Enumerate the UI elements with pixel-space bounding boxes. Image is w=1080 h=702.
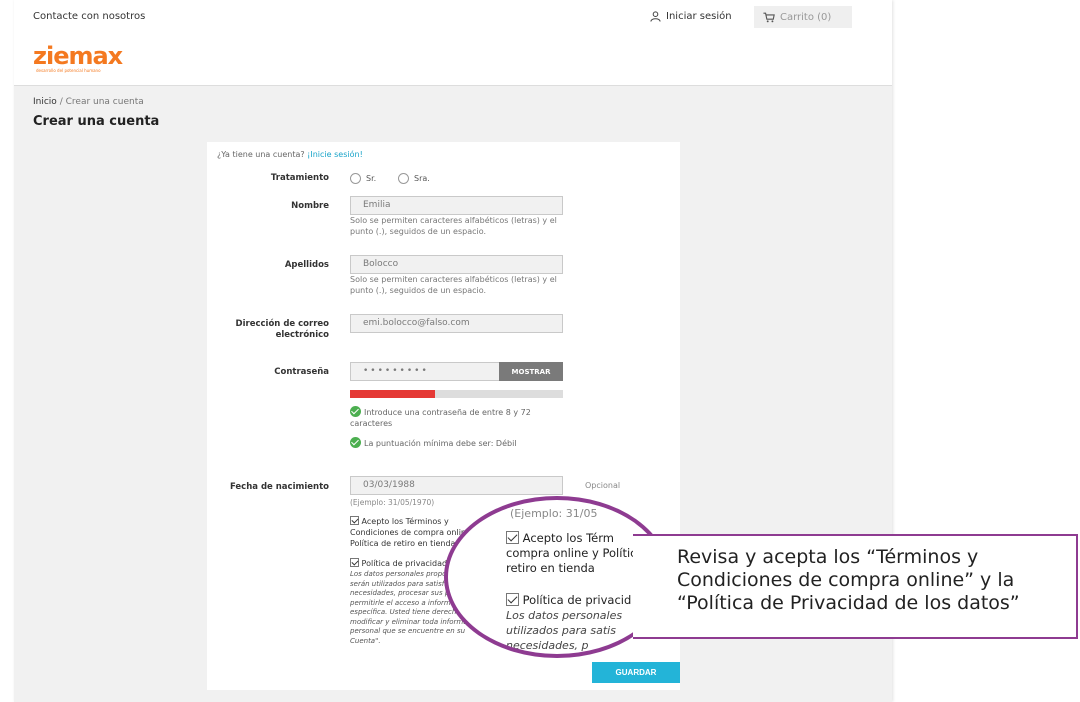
- show-password-button[interactable]: MOSTRAR: [499, 362, 563, 381]
- first-name-label: Nombre: [291, 201, 329, 211]
- zoom-example-text: (Ejemplo: 31/05: [510, 507, 598, 520]
- radio-mrs[interactable]: Sra.: [398, 173, 430, 184]
- zoom-privacy-title: Política de privacid: [522, 593, 632, 607]
- logo-text: ziemax: [33, 44, 124, 70]
- last-name-help: Solo se permiten caracteres alfabéticos …: [350, 275, 557, 295]
- checkbox: [506, 593, 519, 606]
- password-score-check: La puntuación mínima debe ser: Débil: [350, 437, 565, 449]
- password-strength-fill: [350, 390, 436, 398]
- zoom-terms-line2: compra online y Polític: [506, 546, 637, 560]
- cart-label: Carrito (0): [780, 11, 832, 23]
- site-logo[interactable]: ziemax desarrollo del potencial humano: [33, 42, 158, 78]
- password-strength-bar: [350, 390, 563, 398]
- zoom-terms-line3: retiro en tienda: [506, 561, 595, 575]
- sign-in-link[interactable]: ¡Inicie sesión!: [307, 150, 363, 159]
- check-score-text: La puntuación mínima debe ser: Débil: [364, 439, 517, 448]
- radio-button[interactable]: [350, 173, 361, 184]
- logo-tagline: desarrollo del potencial humano: [36, 68, 101, 73]
- last-name-label: Apellidos: [284, 260, 329, 270]
- cart-button[interactable]: Carrito (0): [754, 6, 852, 28]
- login-link[interactable]: Iniciar sesión: [650, 11, 732, 22]
- check-length-text: Introduce una contraseña de entre 8 y 72…: [350, 408, 531, 428]
- optional-label: Opcional: [585, 481, 621, 490]
- birthdate-input[interactable]: 03/03/1988: [350, 476, 563, 495]
- password-label: Contraseña: [274, 367, 329, 377]
- checkbox[interactable]: [350, 558, 359, 567]
- email-input[interactable]: emi.bolocco@falso.com: [350, 314, 563, 333]
- have-account-question: ¿Ya tiene una cuenta?: [217, 150, 305, 159]
- first-name-help: Solo se permiten caracteres alfabéticos …: [350, 216, 557, 236]
- birthdate-example: (Ejemplo: 31/05/1970): [350, 498, 435, 507]
- radio-mrs-label: Sra.: [414, 174, 430, 183]
- site-header: Contacte con nosotros Iniciar sesión Car…: [14, 0, 892, 86]
- checkbox: [506, 531, 519, 544]
- user-icon: [650, 11, 661, 22]
- breadcrumb-separator: /: [59, 97, 63, 107]
- zoom-privacy: Política de privacid Los datos personale…: [506, 593, 632, 654]
- callout-text: Revisa y acepta los “Términos y Condicio…: [677, 546, 1020, 614]
- last-name-input[interactable]: Bolocco: [350, 255, 563, 274]
- radio-mr-label: Sr.: [366, 174, 377, 183]
- breadcrumb-current: Crear una cuenta: [65, 97, 144, 107]
- title-label: Tratamiento: [270, 173, 329, 183]
- save-button[interactable]: GUARDAR: [592, 662, 680, 683]
- radio-mr[interactable]: Sr.: [350, 173, 376, 184]
- have-account-text: ¿Ya tiene una cuenta? ¡Inicie sesión!: [217, 150, 363, 159]
- zoom-privacy-line3: necesidades, p: [506, 639, 589, 652]
- radio-button[interactable]: [398, 173, 409, 184]
- zoom-privacy-line2: utilizados para satis: [506, 624, 616, 637]
- contact-link[interactable]: Contacte con nosotros: [33, 11, 145, 22]
- cart-icon: [763, 12, 775, 22]
- page-title: Crear una cuenta: [33, 114, 160, 129]
- zoom-privacy-line1: Los datos personales: [506, 609, 623, 622]
- login-label: Iniciar sesión: [666, 11, 732, 22]
- checkbox[interactable]: [350, 516, 359, 525]
- privacy-title: Política de privacidad: [361, 559, 448, 568]
- check-circle-icon: [350, 437, 361, 448]
- password-length-check: Introduce una contraseña de entre 8 y 72…: [350, 406, 565, 429]
- instruction-callout: Revisa y acepta los “Términos y Condicio…: [633, 534, 1078, 639]
- email-label: Dirección de correo electrónico: [235, 319, 329, 340]
- ziemax-logo: ziemax desarrollo del potencial humano: [33, 42, 125, 73]
- zoom-terms: Acepto los Térm compra online y Polític …: [506, 531, 636, 576]
- breadcrumb: Inicio / Crear una cuenta: [33, 97, 144, 107]
- first-name-input[interactable]: Emilia: [350, 196, 563, 215]
- check-circle-icon: [350, 406, 361, 417]
- breadcrumb-home[interactable]: Inicio: [33, 97, 57, 107]
- zoom-terms-line1: Acepto los Térm: [522, 531, 614, 545]
- birthdate-label: Fecha de nacimiento: [229, 482, 329, 492]
- password-input[interactable]: •••••••••: [350, 362, 500, 381]
